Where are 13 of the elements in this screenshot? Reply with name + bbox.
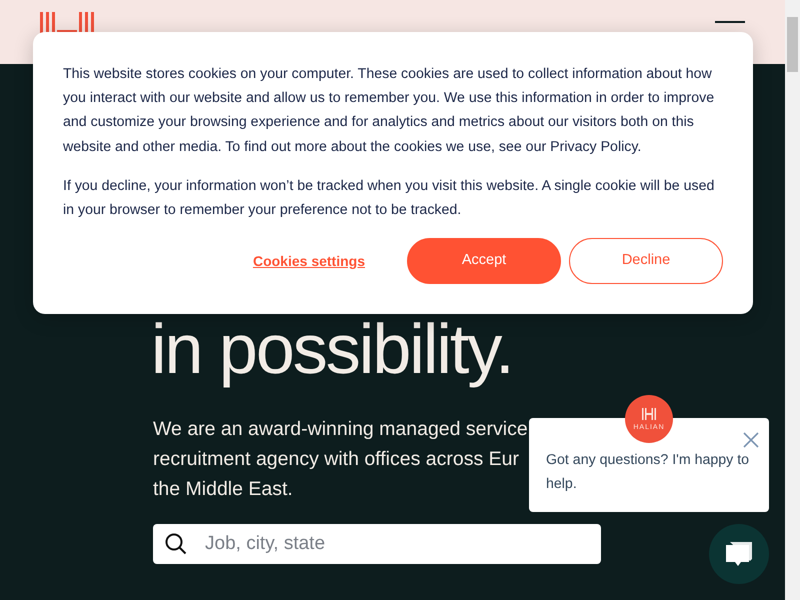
intro-text: We are an award-winning managed service recruitment agency with offices across Eur the Middle East. <box>153 417 528 502</box>
decline-button[interactable]: Decline <box>569 238 723 284</box>
cookie-text: If you decline, your information won’t be tracked when you visit this website. A single cookie will be used in your browser to remember your preference not to be tracked. <box>63 176 716 220</box>
scrollbar-thumb[interactable] <box>787 17 798 72</box>
chat-message: Got any questions? I'm happy to help. <box>546 451 750 494</box>
cookies-settings-link[interactable]: Cookies settings <box>252 250 365 272</box>
search-field[interactable]: Job, city, state <box>153 524 601 564</box>
accept-button[interactable]: Accept <box>407 238 561 284</box>
search-icon <box>165 533 187 555</box>
cookie-text: This website stores cookies on your computer. These cookies are used to collect information about how you interact with our website and allow us to remember you. We use this information in order to improve and customize your browsing experience and for analytics and metrics about our visitors both on this website and other media. To find out more about the cookies we use, see our Privacy Policy. <box>63 65 716 157</box>
logo-icon <box>642 408 656 420</box>
scrollbar[interactable] <box>785 0 800 600</box>
search-input[interactable]: Job, city, state <box>203 528 589 560</box>
